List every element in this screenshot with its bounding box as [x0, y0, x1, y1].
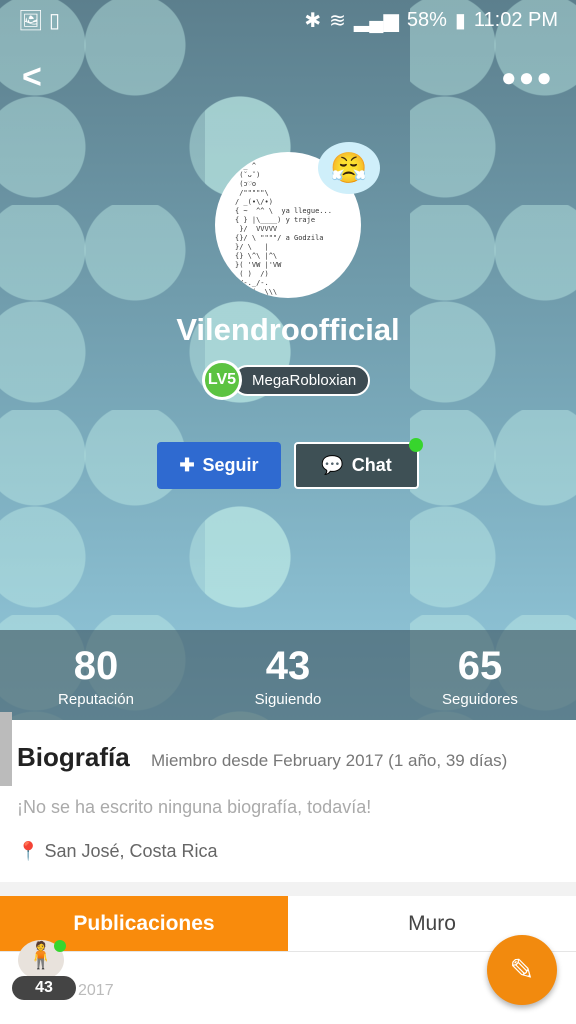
mood-bubble: 😤: [318, 142, 380, 194]
chat-label: Chat: [351, 455, 392, 475]
more-dots-icon[interactable]: ●●●: [501, 62, 554, 93]
plus-icon: ✚: [179, 455, 195, 475]
follow-button[interactable]: ✚ Seguir: [157, 442, 281, 489]
bio-section: Biografía Miembro desde February 2017 (1…: [0, 720, 576, 882]
username: Vilendroofficial: [176, 312, 400, 347]
stat-following[interactable]: 43 Siguiendo: [192, 630, 384, 720]
stat-value: 65: [457, 644, 503, 688]
pencil-icon: ✎: [509, 953, 535, 987]
chat-bubble-icon: 💬: [321, 455, 344, 475]
stat-label: Reputación: [58, 691, 134, 708]
bio-empty-text: ¡No se ha escrito ninguna biografía, tod…: [17, 797, 372, 817]
stats-bar: 80 Reputación 43 Siguiendo 65 Seguidores: [0, 630, 576, 720]
side-drawer-handle[interactable]: [0, 712, 12, 786]
stat-value: 43: [265, 644, 311, 688]
chat-button[interactable]: 💬 Chat: [294, 438, 423, 489]
stat-followers[interactable]: 65 Seguidores: [384, 630, 576, 720]
signal-icon: ▂▄▆: [353, 9, 399, 32]
bio-heading: Biografía: [17, 742, 130, 772]
divider: [0, 882, 576, 896]
mood-emoji-icon: 😤: [330, 151, 368, 185]
level-badge[interactable]: LV5 MegaRobloxian: [202, 360, 371, 400]
stat-label: Seguidores: [442, 691, 518, 708]
bluetooth-icon: ✱: [304, 9, 322, 32]
stat-label: Siguiendo: [254, 691, 322, 708]
screenshot-icon: ▯: [48, 9, 60, 32]
online-indicator: [54, 940, 66, 952]
stat-reputation[interactable]: 80 Reputación: [0, 630, 192, 720]
online-indicator: [409, 438, 423, 452]
user-title: MegaRobloxian: [232, 364, 371, 396]
profile-tabs: Publicaciones Muro: [0, 896, 576, 952]
profile-header-background: [0, 0, 576, 720]
member-since: Miembro desde February 2017 (1 año, 39 d…: [151, 751, 508, 770]
location-text: San José, Costa Rica: [44, 841, 218, 861]
post-date: 2017: [78, 982, 114, 999]
location: 📍 San José, Costa Rica: [17, 841, 218, 862]
post-count-badge: 43: [12, 976, 76, 1000]
back-arrow-icon[interactable]: <: [22, 58, 42, 97]
follow-label: Seguir: [202, 455, 259, 475]
stat-value: 80: [73, 644, 119, 688]
location-pin-icon: 📍: [17, 841, 40, 861]
compose-button[interactable]: ✎: [487, 935, 557, 1005]
status-bar: 🖼 ▯ ✱ ≋ ▂▄▆ 58% ▮ 11:02 PM: [0, 0, 576, 40]
clock: 11:02 PM: [473, 8, 558, 31]
battery-icon: ▮: [454, 9, 466, 32]
wifi-icon: ≋: [329, 9, 346, 32]
battery-percent: 58%: [406, 8, 447, 31]
image-icon: 🖼: [18, 9, 44, 32]
level-icon: LV5: [202, 360, 242, 400]
